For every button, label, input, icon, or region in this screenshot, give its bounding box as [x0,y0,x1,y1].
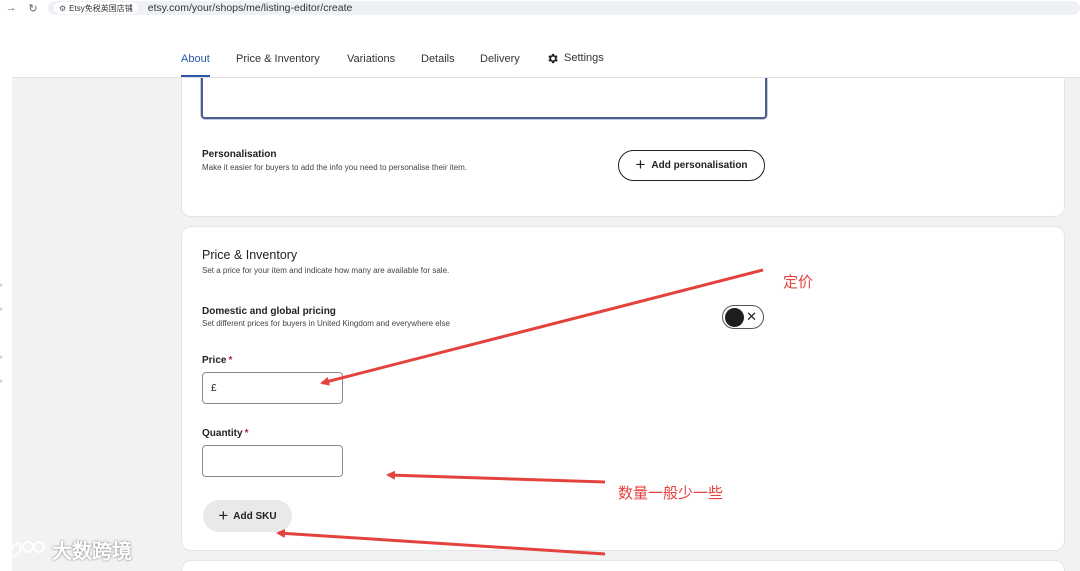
watermark: 大数跨境 [8,535,132,564]
close-icon: ✕ [746,309,757,324]
tab-delivery-label: Delivery [480,53,520,65]
quantity-label: Quantity * [202,428,248,439]
tab-about[interactable]: About [181,53,210,77]
add-sku-label: Add SKU [233,510,277,522]
tab-settings-label: Settings [564,52,604,64]
price-label: Price * [202,355,232,366]
tab-variations[interactable]: Variations [347,53,395,77]
currency-prefix: £ [211,382,217,394]
quantity-annotation-note: 数量一般少一些 [618,485,724,502]
required-mark: * [228,355,233,366]
gear-icon [548,53,558,64]
global-pricing-toggle[interactable]: ✕ [722,305,764,329]
price-inventory-title: Price & Inventory [202,248,298,262]
tab-settings[interactable]: Settings [546,52,604,76]
address-bar[interactable]: ⚙ Etsy免税英国店铺 etsy.com/your/shops/me/list… [48,1,1080,15]
watermark-logo-icon [10,540,45,557]
description-textarea[interactable] [201,76,767,119]
price-input[interactable]: £ [202,372,343,404]
global-pricing-subtitle: Set different prices for buyers in Unite… [202,319,450,328]
tab-details-label: Details [421,53,455,65]
price-annotation-note: 定价 [783,274,814,291]
chevron-right-icon[interactable]: › [0,306,2,313]
toggle-knob [725,308,744,327]
site-settings-icon: ⚙ [59,3,67,13]
site-info-chip[interactable]: ⚙ Etsy免税英国店铺 [54,2,138,14]
add-personalisation-label: Add personalisation [651,160,748,171]
page-header-strip [0,16,1080,44]
quantity-label-text: Quantity [202,428,243,439]
quantity-input[interactable] [202,445,343,477]
left-rail: › › › › [0,44,12,571]
tab-price-inventory[interactable]: Price & Inventory [236,53,320,77]
price-inventory-subtitle: Set a price for your item and indicate h… [202,266,450,275]
forward-icon[interactable]: → [0,2,22,14]
tab-about-label: About [181,53,210,65]
global-pricing-title: Domestic and global pricing [202,306,336,317]
tab-delivery[interactable]: Delivery [480,53,520,77]
next-section-card [181,560,1065,571]
required-mark: * [244,428,249,439]
add-sku-button[interactable]: + Add SKU [203,500,292,532]
chevron-right-icon[interactable]: › [0,378,2,385]
personalisation-title: Personalisation [202,149,277,160]
url-text[interactable]: etsy.com/your/shops/me/listing-editor/cr… [148,2,353,14]
reload-icon[interactable]: ↻ [22,2,44,15]
chevron-right-icon[interactable]: › [0,282,2,289]
price-label-text: Price [202,355,227,366]
plus-icon: + [218,505,229,525]
about-card: Personalisation Make it easier for buyer… [181,66,1065,217]
browser-toolbar: → ↻ ⚙ Etsy免税英国店铺 etsy.com/your/shops/me/… [0,0,1080,16]
tab-price-inventory-label: Price & Inventory [236,53,320,65]
site-chip-label: Etsy免税英国店铺 [69,3,133,13]
watermark-text: 大数跨境 [52,541,132,563]
tab-details[interactable]: Details [421,53,455,77]
personalisation-subtitle: Make it easier for buyers to add the inf… [202,163,468,172]
tab-variations-label: Variations [347,53,396,65]
plus-icon: + [635,155,646,174]
chevron-right-icon[interactable]: › [0,354,2,361]
add-personalisation-button[interactable]: + Add personalisation [618,150,765,181]
listing-tabs: About Price & Inventory Variations Detai… [12,44,1080,78]
